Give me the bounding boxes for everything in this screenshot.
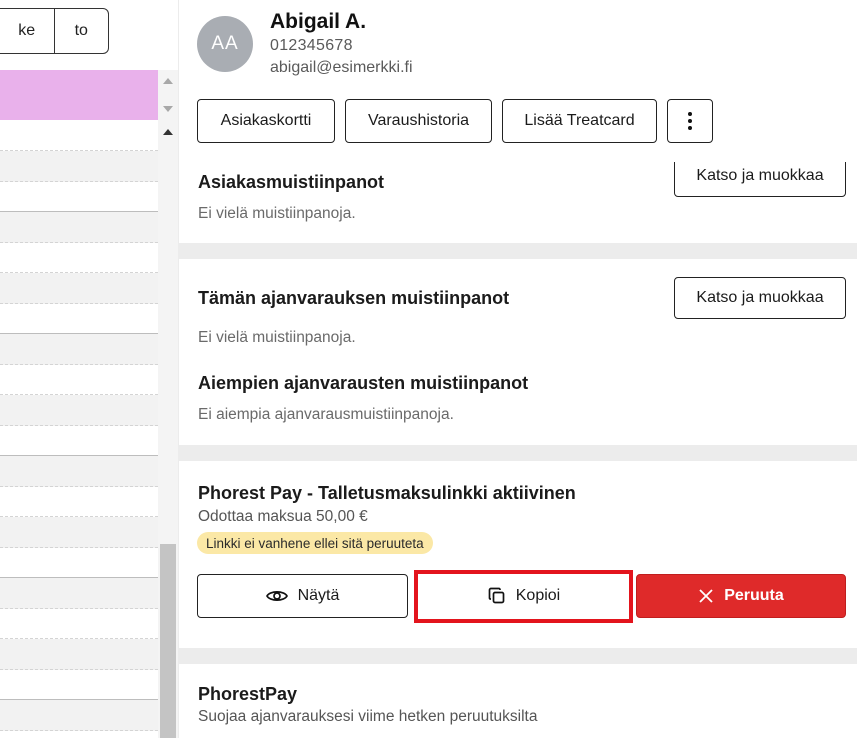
customer-notes-empty: Ei vielä muistiinpanoja. xyxy=(198,205,356,222)
close-icon xyxy=(699,589,713,603)
calendar-column: ke to xyxy=(0,0,178,738)
day-toggle: ke to xyxy=(0,8,109,54)
time-slot[interactable] xyxy=(0,120,158,151)
booking-notes-edit-button[interactable]: Katso ja muokkaa xyxy=(674,277,846,319)
time-slot[interactable] xyxy=(0,517,158,548)
deposit-link-title: Phorest Pay - Talletusmaksulinkki aktiiv… xyxy=(198,483,576,503)
time-slot[interactable] xyxy=(0,334,158,365)
booking-history-button[interactable]: Varaushistoria xyxy=(345,99,492,143)
time-slot[interactable] xyxy=(0,151,158,182)
time-slot[interactable] xyxy=(0,242,158,273)
more-vertical-icon xyxy=(688,112,692,116)
calendar-scrollbar[interactable] xyxy=(158,70,178,738)
time-slot[interactable] xyxy=(0,273,158,304)
time-slot[interactable] xyxy=(0,486,158,517)
time-slot[interactable] xyxy=(0,700,158,731)
client-name: Abigail A. xyxy=(270,10,367,33)
scroll-up-icon[interactable] xyxy=(163,129,173,135)
copy-icon xyxy=(488,587,505,604)
view-link-label: Näytä xyxy=(297,587,340,604)
day-button-thursday[interactable]: to xyxy=(53,9,109,53)
avatar: AA xyxy=(197,16,253,72)
time-slot[interactable] xyxy=(0,639,158,670)
status-badge: Linkki ei vanhene ellei sitä peruuteta xyxy=(197,532,433,554)
cancel-link-label: Peruuta xyxy=(724,587,784,604)
scroll-thumb[interactable] xyxy=(160,544,176,738)
time-slot[interactable] xyxy=(0,364,158,395)
eye-icon xyxy=(265,591,288,601)
client-phone: 012345678 xyxy=(270,37,353,54)
previous-notes-title: Aiempien ajanvarausten muistiinpanot xyxy=(198,373,529,393)
customer-card-button[interactable]: Asiakaskortti xyxy=(197,99,335,143)
time-slot[interactable] xyxy=(0,212,158,243)
scroll-up-icon[interactable] xyxy=(163,78,173,84)
booking-notes-card: Tämän ajanvarauksen muistiinpanot Katso … xyxy=(179,259,857,445)
booking-page: ke to Asiakasmuistiinpanot Ei vielä muis… xyxy=(0,0,857,738)
copy-link-label: Kopioi xyxy=(515,587,561,604)
time-slot[interactable] xyxy=(0,395,158,426)
scroll-down-icon[interactable] xyxy=(163,106,173,112)
more-actions-button[interactable] xyxy=(667,99,713,143)
time-slot[interactable] xyxy=(0,547,158,578)
calendar-grid[interactable] xyxy=(0,70,158,738)
day-button-wednesday[interactable]: ke xyxy=(0,9,54,53)
booking-notes-empty: Ei vielä muistiinpanoja. xyxy=(198,329,356,346)
phorestpay-card: PhorestPay Suojaa ajanvarauksesi viime h… xyxy=(179,664,857,738)
client-header: AA Abigail A. 012345678 abigail@esimerkk… xyxy=(179,0,857,162)
time-slot[interactable] xyxy=(0,181,158,212)
appointment-block[interactable] xyxy=(0,70,158,120)
time-slot[interactable] xyxy=(0,456,158,487)
appointment-panel: Asiakasmuistiinpanot Ei vielä muistiinpa… xyxy=(179,0,857,738)
phorestpay-title: PhorestPay xyxy=(198,684,298,704)
time-slot[interactable] xyxy=(0,303,158,334)
add-treatcard-button[interactable]: Lisää Treatcard xyxy=(502,99,657,143)
time-slot[interactable] xyxy=(0,578,158,609)
deposit-link-status: Odottaa maksua 50,00 € xyxy=(198,508,368,525)
booking-notes-title: Tämän ajanvarauksen muistiinpanot xyxy=(198,288,510,308)
time-slot[interactable] xyxy=(0,669,158,700)
phorestpay-subtitle: Suojaa ajanvarauksesi viime hetken peruu… xyxy=(198,708,538,725)
view-link-button[interactable]: Näytä xyxy=(197,574,408,618)
customer-notes-card: Asiakasmuistiinpanot Ei vielä muistiinpa… xyxy=(179,155,857,243)
client-email: abigail@esimerkki.fi xyxy=(270,59,413,76)
customer-notes-title: Asiakasmuistiinpanot xyxy=(198,172,385,192)
previous-notes-empty: Ei aiempia ajanvarausmuistiinpanoja. xyxy=(198,406,454,423)
copy-link-button[interactable]: Kopioi xyxy=(422,574,626,618)
cancel-link-button[interactable]: Peruuta xyxy=(636,574,846,618)
time-slot[interactable] xyxy=(0,608,158,639)
time-slot[interactable] xyxy=(0,425,158,456)
